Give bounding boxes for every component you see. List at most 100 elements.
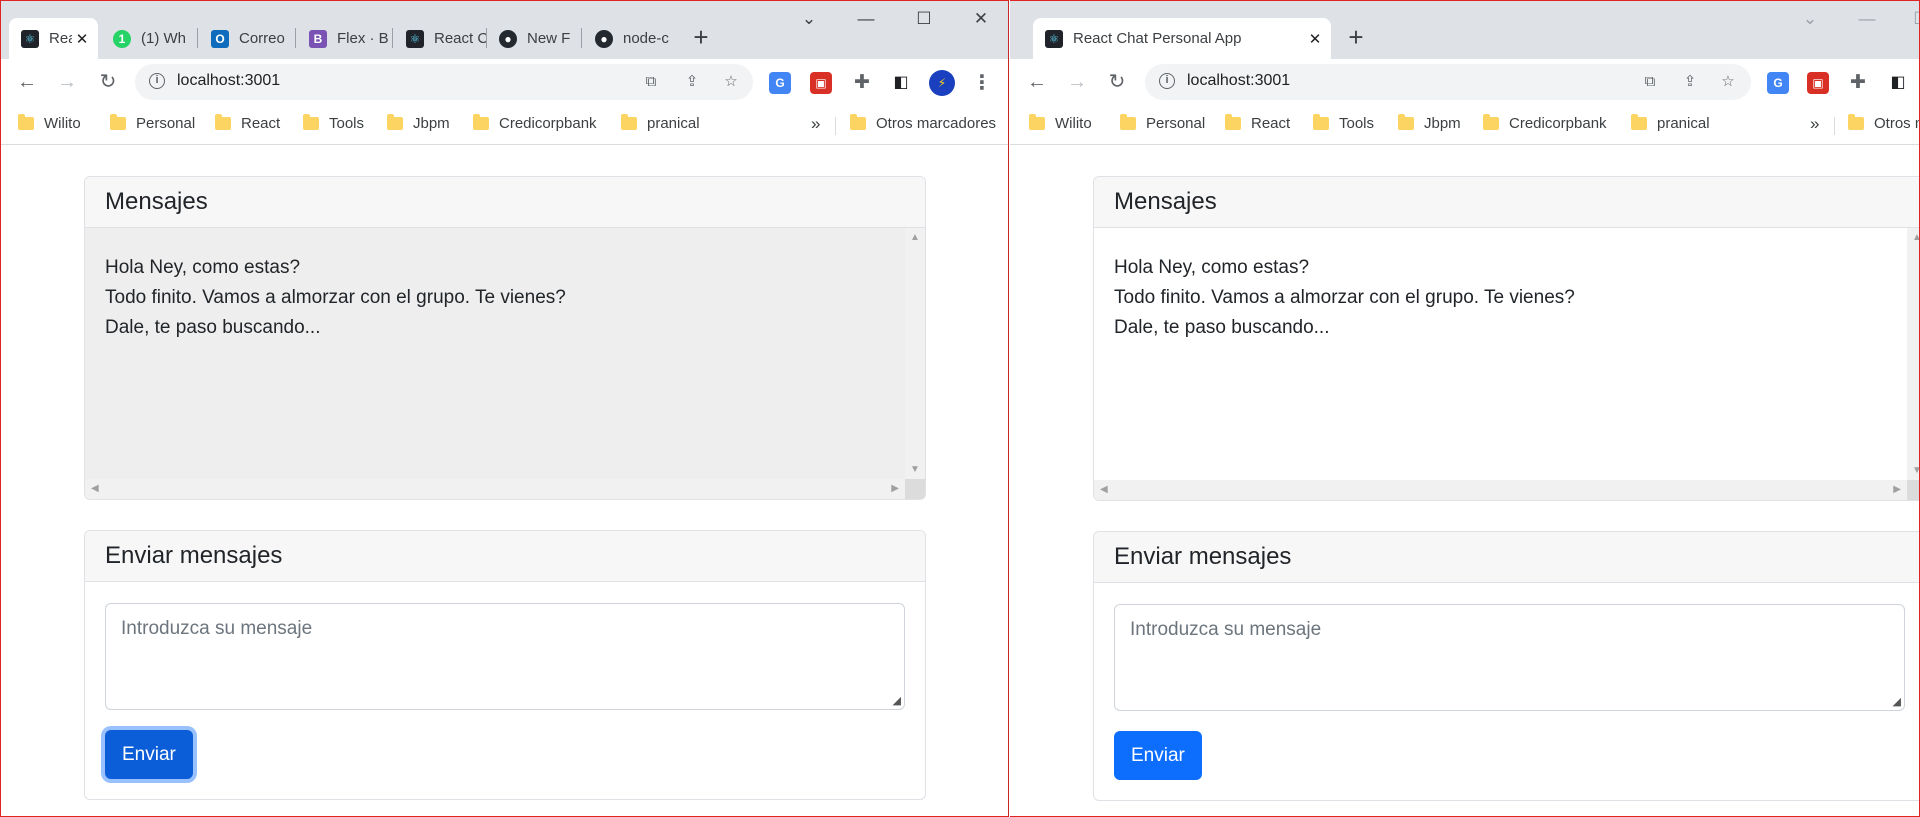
bookmark-label: pranical — [647, 115, 700, 132]
send-button[interactable]: Enviar — [105, 730, 193, 779]
forward-button[interactable]: → — [54, 70, 80, 96]
scroll-right-arrow-icon[interactable]: ▶ — [891, 483, 899, 494]
resize-grip-icon[interactable]: ◢ — [893, 694, 901, 707]
tab-whatsapp[interactable]: 1 (1) Wh — [101, 18, 193, 59]
bookmark-folder[interactable]: Personal — [110, 114, 195, 132]
messages-textarea[interactable]: Hola Ney, como estas? Todo finito. Vamos… — [1094, 228, 1919, 500]
page-content: Mensajes Hola Ney, como estas? Todo fini… — [1010, 146, 1919, 816]
tab-react[interactable]: ⚛ React C — [394, 18, 486, 59]
address-bar[interactable]: i localhost:3001 ⧉ ⇪ ☆ — [1145, 64, 1751, 100]
side-panel-icon[interactable]: ◧ — [890, 72, 912, 94]
share-icon[interactable]: ⇪ — [1679, 72, 1701, 94]
translate-icon[interactable]: ⧉ — [1639, 72, 1661, 94]
scroll-down-arrow-icon[interactable]: ▼ — [1912, 465, 1919, 476]
bookmark-label: Otros m — [1874, 115, 1919, 132]
bookmark-folder[interactable]: Tools — [1313, 114, 1374, 132]
tab-label: Rea — [49, 30, 72, 47]
message-input-placeholder: Introduzca su mensaje — [121, 618, 313, 639]
other-bookmarks-folder[interactable]: Otros marcadores — [850, 114, 996, 132]
tab-search-icon[interactable]: ⌄ — [794, 9, 824, 29]
scroll-left-arrow-icon[interactable]: ◀ — [1100, 484, 1108, 495]
vertical-scrollbar[interactable]: ▲ ▼ — [1907, 228, 1919, 480]
tab-react-chat-active[interactable]: ⚛ React Chat Personal App ✕ — [1033, 18, 1331, 59]
bookmark-star-icon[interactable]: ☆ — [720, 72, 742, 94]
messages-textarea[interactable]: Hola Ney, como estas? Todo finito. Vamos… — [85, 228, 925, 499]
vertical-scrollbar[interactable]: ▲ ▼ — [905, 228, 925, 479]
reload-button[interactable]: ↻ — [1104, 70, 1130, 96]
folder-icon — [387, 114, 403, 130]
google-translate-extension-icon[interactable]: G — [1767, 72, 1789, 94]
message-input[interactable]: Introduzca su mensaje ◢ — [105, 603, 905, 710]
messages-card: Mensajes Hola Ney, como estas? Todo fini… — [1093, 176, 1919, 501]
side-panel-icon[interactable]: ◧ — [1887, 72, 1909, 94]
chrome-menu-icon[interactable]: ⋮ — [971, 72, 993, 94]
bookmark-folder[interactable]: pranical — [621, 114, 700, 132]
send-button[interactable]: Enviar — [1114, 731, 1202, 780]
scroll-up-arrow-icon[interactable]: ▲ — [910, 232, 920, 243]
google-translate-extension-icon[interactable]: G — [769, 72, 791, 94]
bookmarks-overflow-button[interactable]: » — [811, 114, 820, 134]
site-info-icon[interactable]: i — [149, 73, 165, 89]
bookmark-folder[interactable]: Tools — [303, 114, 364, 132]
bookmarks-overflow-button[interactable]: » — [1810, 114, 1819, 134]
address-bar[interactable]: i localhost:3001 ⧉ ⇪ ☆ — [135, 64, 753, 100]
bookmark-folder[interactable]: Jbpm — [387, 114, 450, 132]
tab-github-node[interactable]: ● node-c — [583, 18, 675, 59]
forward-button[interactable]: → — [1064, 70, 1090, 96]
react-icon: ⚛ — [1045, 29, 1063, 48]
red-extension-icon[interactable]: ▣ — [1807, 72, 1829, 94]
red-extension-icon[interactable]: ▣ — [810, 72, 832, 94]
scroll-left-arrow-icon[interactable]: ◀ — [91, 483, 99, 494]
back-button[interactable]: ← — [1024, 70, 1050, 96]
tab-bootstrap[interactable]: B Flex · B — [297, 18, 389, 59]
folder-icon — [110, 114, 126, 130]
scroll-right-arrow-icon[interactable]: ▶ — [1893, 484, 1901, 495]
back-button[interactable]: ← — [14, 70, 40, 96]
folder-icon — [1848, 114, 1864, 130]
tab-github-new[interactable]: ● New F — [487, 18, 579, 59]
other-bookmarks-folder[interactable]: Otros m — [1848, 114, 1919, 132]
bookmark-label: Personal — [1146, 115, 1206, 132]
react-icon: ⚛ — [406, 29, 424, 48]
send-card: Enviar mensajes Introduzca su mensaje ◢ … — [84, 530, 926, 800]
extensions-puzzle-icon[interactable]: ✚ — [851, 72, 873, 94]
scroll-up-arrow-icon[interactable]: ▲ — [1912, 232, 1919, 243]
share-icon[interactable]: ⇪ — [681, 72, 703, 94]
new-tab-button[interactable]: + — [1341, 23, 1371, 51]
extensions-puzzle-icon[interactable]: ✚ — [1847, 72, 1869, 94]
bookmark-folder[interactable]: Wilito — [1029, 114, 1092, 132]
resize-grip-icon[interactable]: ◢ — [1893, 695, 1901, 708]
bookmark-folder[interactable]: Credicorpbank — [1483, 114, 1607, 132]
scroll-down-arrow-icon[interactable]: ▼ — [910, 464, 920, 475]
minimize-button[interactable]: — — [851, 9, 881, 29]
close-tab-icon[interactable]: ✕ — [1305, 30, 1325, 48]
maximize-button[interactable]: ☐ — [909, 9, 939, 29]
horizontal-scrollbar[interactable]: ◀ ▶ — [1094, 480, 1907, 500]
minimize-button[interactable]: — — [1852, 9, 1882, 29]
bookmark-folder[interactable]: Jbpm — [1398, 114, 1461, 132]
tab-outlook[interactable]: O Correo — [199, 18, 291, 59]
bookmark-folder[interactable]: pranical — [1631, 114, 1710, 132]
bookmark-folder[interactable]: React — [1225, 114, 1290, 132]
profile-avatar[interactable]: ⚡ — [929, 70, 955, 96]
bookmark-folder[interactable]: React — [215, 114, 280, 132]
translate-icon[interactable]: ⧉ — [640, 72, 662, 94]
tab-search-icon[interactable]: ⌄ — [1795, 9, 1825, 29]
new-tab-button[interactable]: + — [686, 23, 716, 51]
folder-icon — [621, 114, 637, 130]
message-list: Hola Ney, como estas? Todo finito. Vamos… — [105, 253, 566, 343]
site-info-icon[interactable]: i — [1159, 73, 1175, 89]
bookmarks-bar: Wilito Personal React Tools Jbpm Credico… — [1010, 105, 1919, 145]
message-input[interactable]: Introduzca su mensaje ◢ — [1114, 604, 1905, 711]
close-window-button[interactable]: ✕ — [966, 9, 996, 29]
whatsapp-icon: 1 — [113, 29, 131, 48]
close-tab-icon[interactable]: ✕ — [72, 30, 92, 48]
bookmark-star-icon[interactable]: ☆ — [1717, 72, 1739, 94]
bookmark-folder[interactable]: Credicorpbank — [473, 114, 597, 132]
reload-button[interactable]: ↻ — [95, 70, 121, 96]
bookmark-folder[interactable]: Personal — [1120, 114, 1206, 132]
maximize-button[interactable]: ☐ — [1906, 9, 1919, 29]
tab-react-active[interactable]: ⚛ Rea ✕ — [9, 18, 98, 59]
bookmark-folder[interactable]: Wilito — [18, 114, 81, 132]
horizontal-scrollbar[interactable]: ◀ ▶ — [85, 479, 905, 499]
